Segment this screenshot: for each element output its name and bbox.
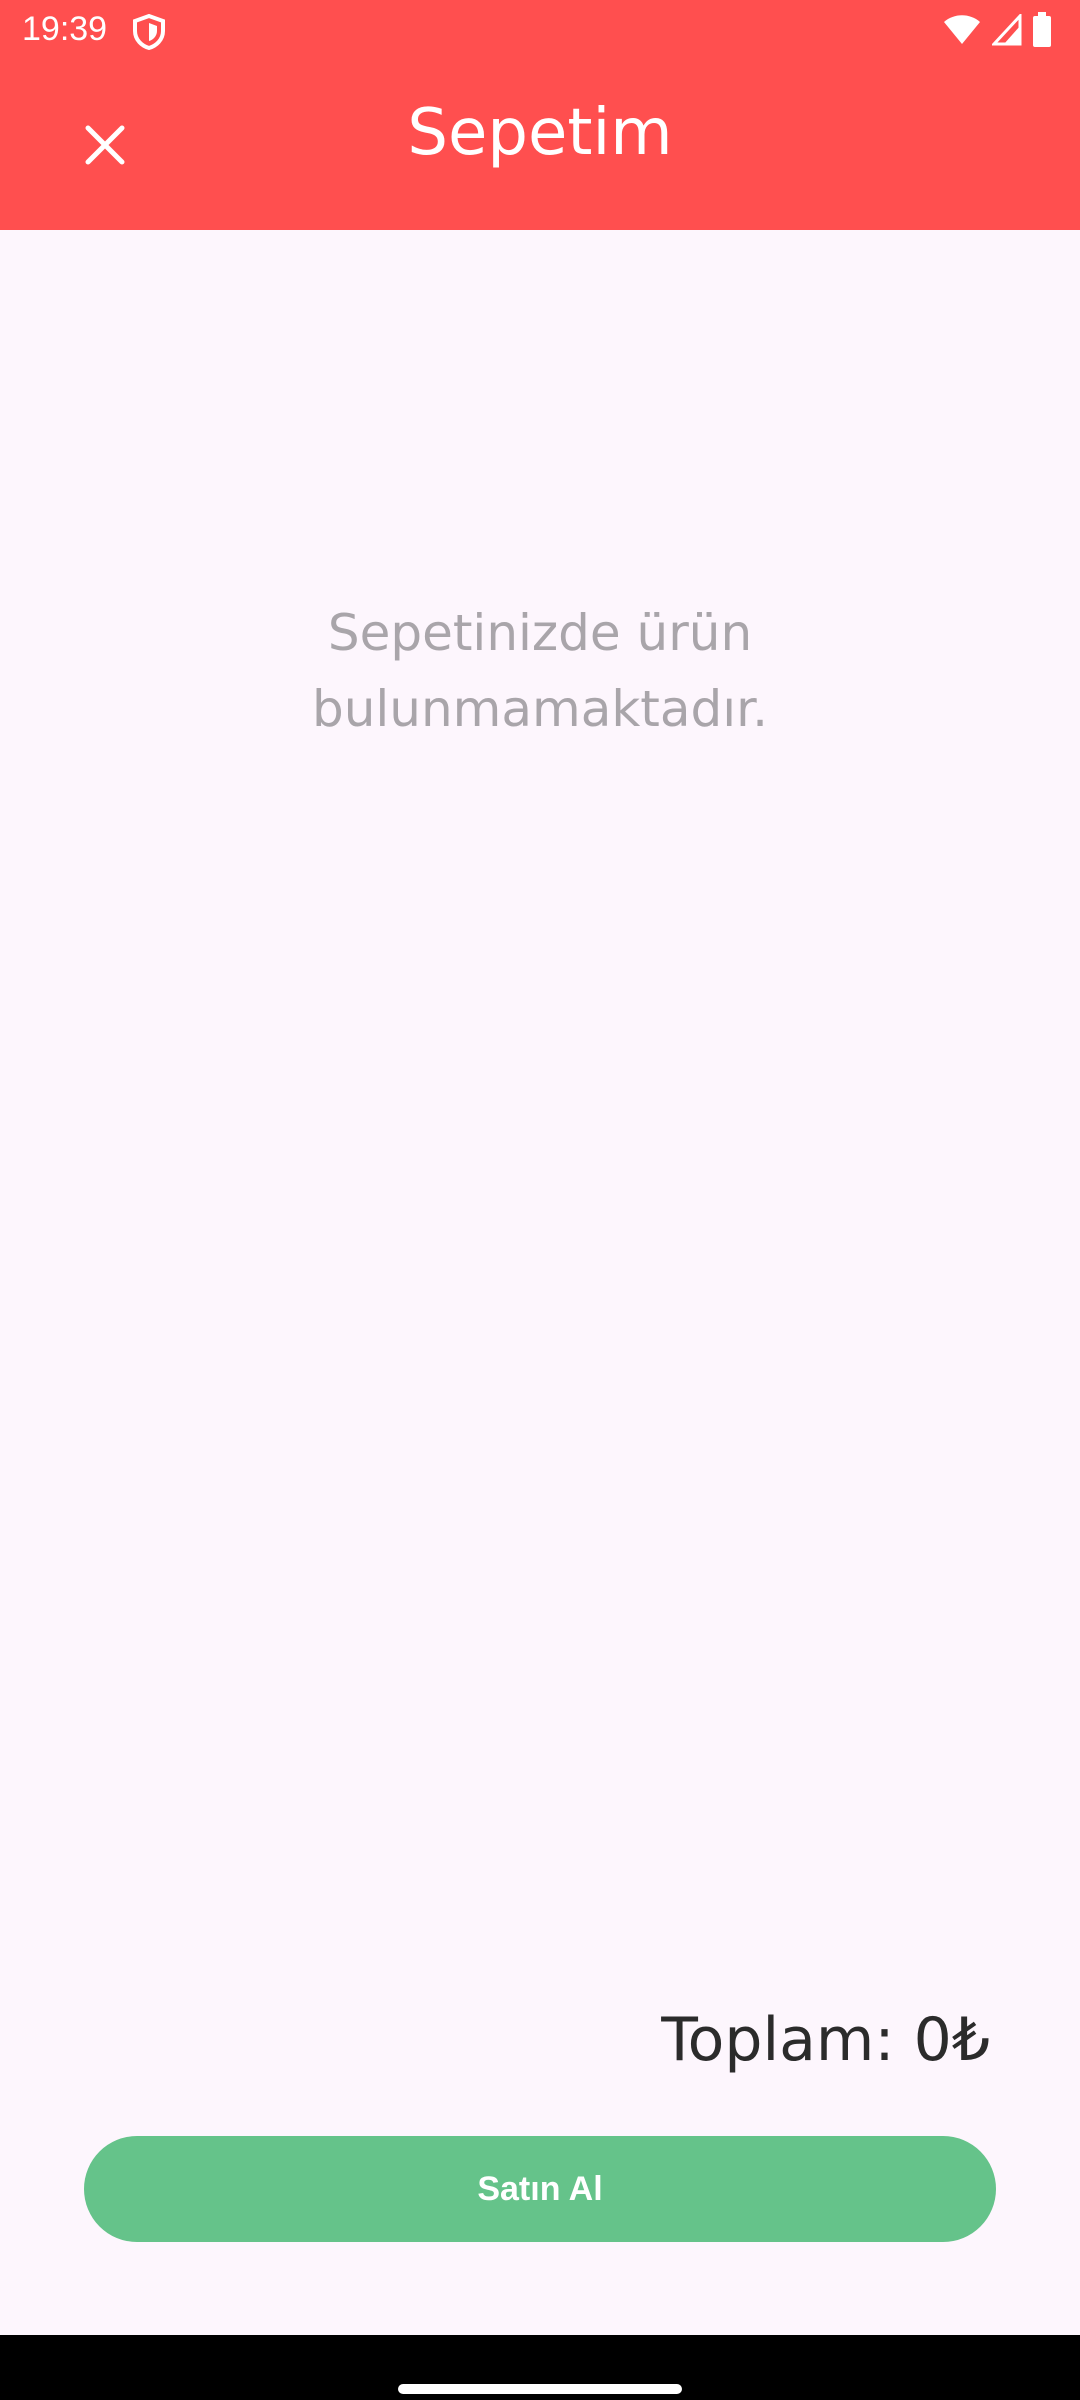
buy-button[interactable]: Satın Al: [84, 2136, 996, 2242]
cart-total: Toplam: 0₺: [661, 2005, 990, 2075]
home-gesture-handle[interactable]: [398, 2384, 682, 2394]
empty-cart-message: Sepetinizde ürün bulunmamaktadır.: [311, 604, 769, 738]
shield-icon: [132, 13, 166, 51]
signal-icon: [990, 12, 1022, 50]
status-time: 19:39: [22, 10, 108, 48]
cart-screen: 19:39 Sepetim Sepetinizde ürün bulunmama…: [0, 0, 1080, 2400]
battery-icon: [1032, 12, 1052, 52]
wifi-icon: [942, 14, 982, 50]
buy-button-label: Satın Al: [477, 2169, 603, 2208]
page-title: Sepetim: [407, 96, 673, 170]
app-header: 19:39 Sepetim: [0, 0, 1080, 230]
status-icons: [942, 12, 1052, 52]
